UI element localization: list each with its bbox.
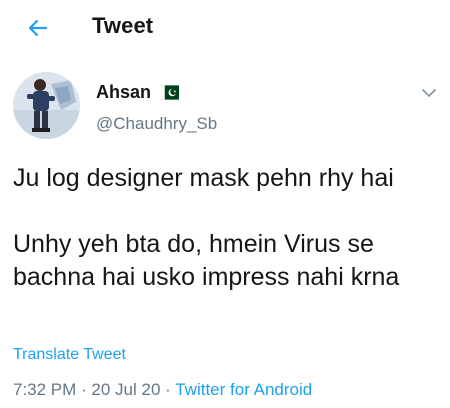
author-name[interactable]: Ahsan [96,82,151,103]
tweet-time[interactable]: 7:32 PM [13,380,76,399]
page-title: Tweet [92,13,154,38]
top-bar: Tweet [0,0,450,56]
tweet-text: Ju log designer mask pehn rhy hai Unhy y… [13,162,438,294]
avatar[interactable] [13,72,80,139]
tweet-source-link[interactable]: Twitter for Android [175,380,312,399]
tweet-date[interactable]: 20 Jul 20 [91,380,160,399]
chevron-down-icon[interactable] [420,87,438,99]
avatar-image [13,72,80,139]
meta-separator: · [160,380,176,399]
back-button[interactable] [20,10,56,46]
meta-separator: · [76,380,92,399]
tweet-paragraph: Unhy yeh bta do, hmein Virus se bachna h… [13,230,400,291]
arrow-left-icon [28,19,48,37]
tweet-paragraph: Ju log designer mask pehn rhy hai [13,164,394,192]
author-handle[interactable]: @Chaudhry_Sb [96,114,217,134]
tweet-meta: 7:32 PM · 20 Jul 20 · Twitter for Androi… [13,380,312,400]
pakistan-flag-icon [160,85,179,100]
translate-tweet-link[interactable]: Translate Tweet [13,346,126,364]
